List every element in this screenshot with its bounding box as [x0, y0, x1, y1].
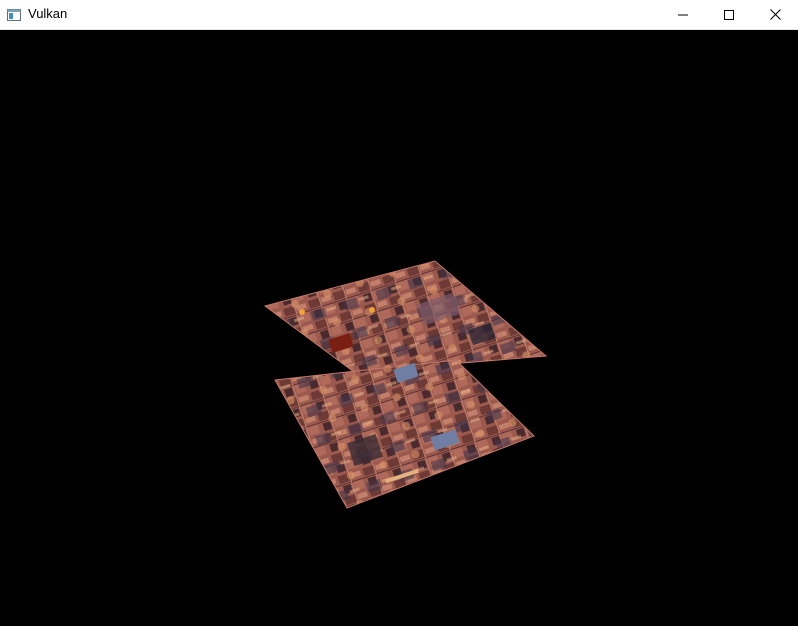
title-bar[interactable]: Vulkan	[0, 0, 798, 30]
scene-canvas	[263, 260, 548, 509]
vulkan-window: Vulkan	[0, 0, 798, 626]
upper-textured-quad	[263, 260, 548, 373]
app-window-icon	[7, 7, 21, 21]
window-title: Vulkan	[28, 6, 68, 21]
render-viewport[interactable]	[0, 30, 798, 626]
minimize-icon	[678, 10, 688, 20]
lower-textured-quad	[274, 359, 535, 509]
close-icon	[769, 9, 781, 20]
maximize-button[interactable]	[706, 0, 752, 29]
close-button[interactable]	[752, 0, 798, 29]
maximize-icon	[724, 9, 734, 20]
minimize-button[interactable]	[660, 0, 706, 29]
